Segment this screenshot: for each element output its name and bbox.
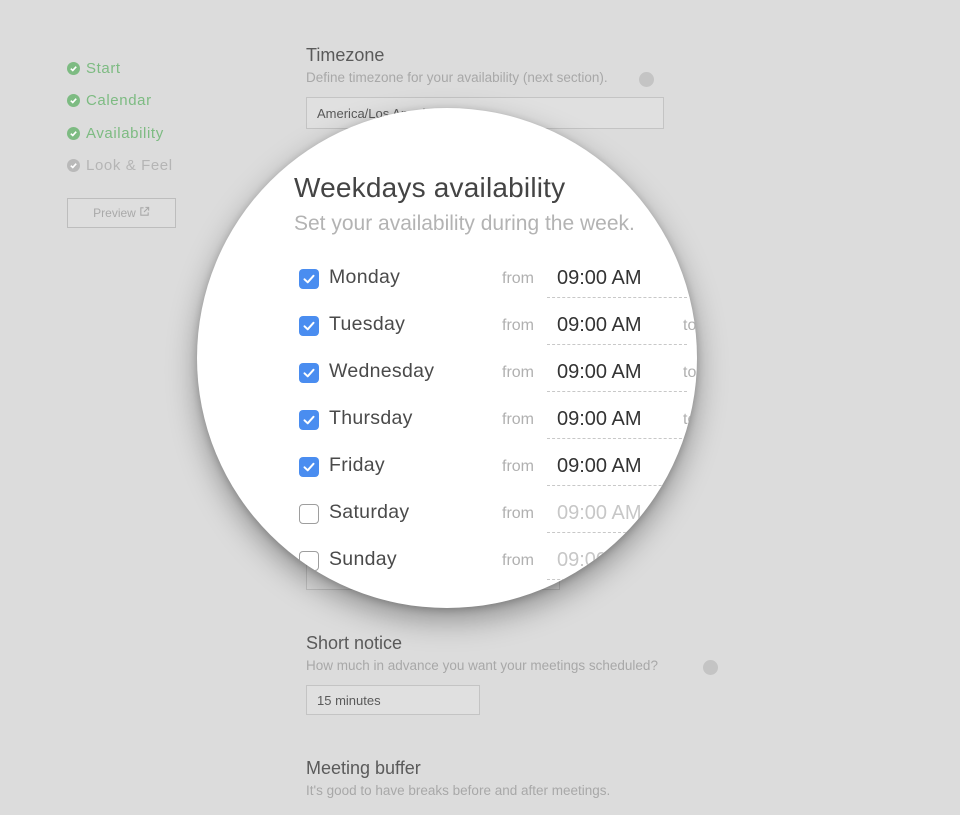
short-notice-description: How much in advance you want your meetin… xyxy=(306,658,658,673)
progress-steps: Start Calendar Availability Look & Feel xyxy=(67,52,173,182)
day-label: Thursday xyxy=(329,407,413,429)
from-label: from xyxy=(502,505,534,522)
from-label: from xyxy=(502,317,534,334)
weekday-row-sunday: Sunday from 09:00 AM xyxy=(197,542,697,589)
help-icon[interactable] xyxy=(703,660,718,675)
check-circle-icon xyxy=(67,126,80,140)
start-time-input[interactable]: 09:00 AM xyxy=(547,544,687,580)
step-start[interactable]: Start xyxy=(67,52,173,85)
checkmark-icon xyxy=(303,462,315,472)
check-circle-icon xyxy=(67,94,80,108)
checkmark-icon xyxy=(303,321,315,331)
preview-label: Preview xyxy=(93,206,136,220)
step-availability[interactable]: Availability xyxy=(67,117,173,150)
meeting-buffer-description: It's good to have breaks before and afte… xyxy=(306,783,611,798)
start-time-input[interactable]: 09:00 AM xyxy=(547,403,687,439)
day-label: Sunday xyxy=(329,548,397,570)
start-time-input[interactable]: 09:00 AM xyxy=(547,262,687,298)
short-notice-value: 15 minutes xyxy=(317,692,381,708)
checkmark-icon xyxy=(303,415,315,425)
start-time-input[interactable]: 09:00 AM xyxy=(547,450,687,486)
day-label: Monday xyxy=(329,266,401,288)
weekdays-subtitle: Set your availability during the week. xyxy=(294,212,635,235)
day-label: Tuesday xyxy=(329,313,406,335)
checkbox-wednesday[interactable] xyxy=(299,363,319,383)
checkbox-thursday[interactable] xyxy=(299,410,319,430)
to-label: to xyxy=(683,364,697,381)
weekday-row-friday: Friday from 09:00 AM xyxy=(197,448,697,495)
external-link-icon xyxy=(139,206,150,220)
checkmark-icon xyxy=(303,274,315,284)
short-notice-title: Short notice xyxy=(306,633,403,653)
weekday-row-wednesday: Wednesday from 09:00 AM to xyxy=(197,354,697,401)
start-time-input[interactable]: 09:00 AM xyxy=(547,497,687,533)
check-circle-icon xyxy=(67,159,80,173)
timezone-description: Define timezone for your availability (n… xyxy=(306,70,608,85)
weekdays-title: Weekdays availability xyxy=(294,172,566,203)
check-circle-icon xyxy=(67,61,80,75)
step-label: Look & Feel xyxy=(86,157,173,175)
weekday-row-saturday: Saturday from 09:00 AM xyxy=(197,495,697,542)
from-label: from xyxy=(502,364,534,381)
help-icon[interactable] xyxy=(639,72,654,87)
step-label: Start xyxy=(86,59,121,77)
from-label: from xyxy=(502,552,534,569)
checkbox-friday[interactable] xyxy=(299,457,319,477)
checkbox-sunday[interactable] xyxy=(299,551,319,571)
checkbox-tuesday[interactable] xyxy=(299,316,319,336)
day-label: Wednesday xyxy=(329,360,435,382)
step-label: Availability xyxy=(86,124,164,142)
from-label: from xyxy=(502,458,534,475)
start-time-input[interactable]: 09:00 AM xyxy=(547,356,687,392)
checkbox-monday[interactable] xyxy=(299,269,319,289)
step-look-and-feel[interactable]: Look & Feel xyxy=(67,150,173,183)
timezone-title: Timezone xyxy=(306,45,385,65)
checkmark-icon xyxy=(303,368,315,378)
step-calendar[interactable]: Calendar xyxy=(67,85,173,118)
preview-button[interactable]: Preview xyxy=(67,198,176,228)
weekday-row-thursday: Thursday from 09:00 AM to xyxy=(197,401,697,448)
magnifier-lens: Weekdays availability Set your availabil… xyxy=(197,108,697,608)
step-label: Calendar xyxy=(86,92,152,110)
from-label: from xyxy=(502,411,534,428)
meeting-buffer-title: Meeting buffer xyxy=(306,758,421,778)
from-label: from xyxy=(502,270,534,287)
short-notice-select[interactable]: 15 minutes xyxy=(306,685,480,715)
start-time-input[interactable]: 09:00 AM xyxy=(547,309,687,345)
weekday-row-tuesday: Tuesday from 09:00 AM to xyxy=(197,307,697,354)
checkbox-saturday[interactable] xyxy=(299,504,319,524)
day-label: Friday xyxy=(329,454,385,476)
to-label: to xyxy=(683,411,697,428)
weekday-row-monday: Monday from 09:00 AM xyxy=(197,260,697,307)
to-label: to xyxy=(683,317,697,334)
day-label: Saturday xyxy=(329,501,410,523)
